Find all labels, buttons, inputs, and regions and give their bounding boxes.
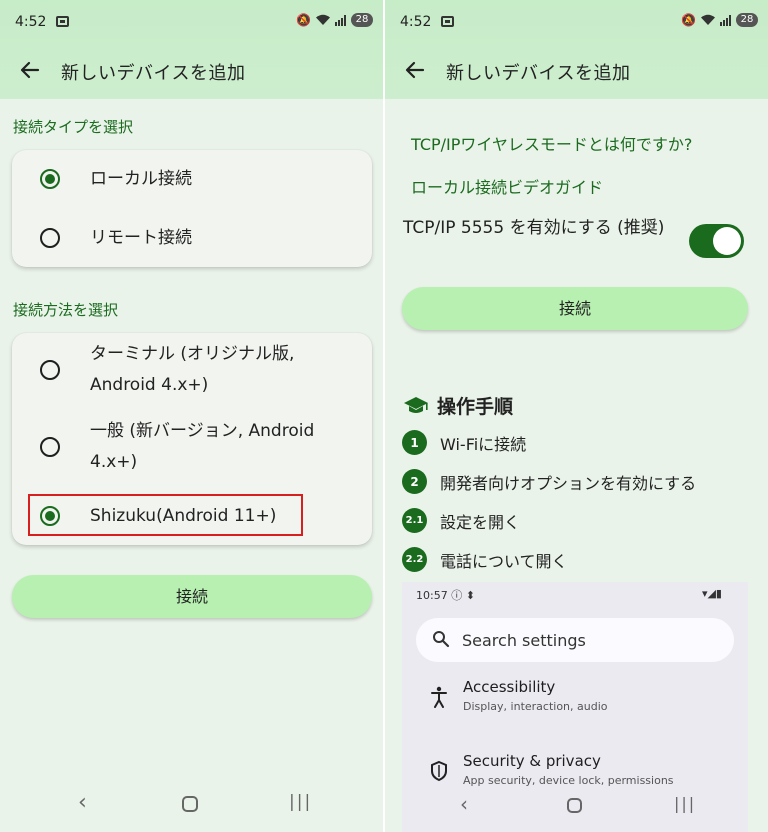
embedded-settings-item: Security & privacy App security, device … bbox=[402, 752, 748, 792]
mute-icon: 🔕 bbox=[681, 13, 696, 27]
embedded-search-placeholder: Search settings bbox=[462, 631, 586, 650]
step-text: 電話について開く bbox=[440, 551, 568, 571]
embedded-item-subtitle: Display, interaction, audio bbox=[463, 700, 608, 713]
radio-label: リモート接続 bbox=[90, 228, 192, 248]
wifi-icon bbox=[700, 14, 716, 26]
connection-type-card: ローカル接続 リモート接続 bbox=[12, 150, 372, 267]
embedded-item-subtitle: App security, device lock, permissions bbox=[463, 774, 674, 787]
page-title: 新しいデバイスを追加 bbox=[61, 63, 246, 84]
top-bar: 4:52 🔕 28 新しいデバイスを追加 bbox=[0, 0, 383, 99]
connection-type-label: 接続タイプを選択 bbox=[13, 118, 134, 136]
embedded-nav-home-icon bbox=[567, 798, 582, 813]
step-item: 2.2 電話について開く bbox=[402, 547, 568, 572]
signal-icon bbox=[720, 14, 732, 26]
status-time: 4:52 bbox=[15, 14, 47, 30]
radio-button[interactable] bbox=[40, 506, 60, 526]
nav-home-icon[interactable] bbox=[182, 796, 198, 812]
radio-option-general[interactable]: 一般 (新バージョン, Android 4.x+) bbox=[12, 407, 372, 487]
radio-label-line2: Android 4.x+) bbox=[90, 375, 209, 395]
signal-icon bbox=[335, 14, 347, 26]
radio-label: Shizuku(Android 11+) bbox=[90, 506, 277, 526]
embedded-item-title: Accessibility bbox=[463, 678, 556, 696]
right-screen: 4:52 🔕 28 新しいデバイスを追加 TCP/IPワイヤレスモードとは何です… bbox=[385, 0, 768, 832]
status-bar: 4:52 🔕 28 bbox=[0, 0, 383, 44]
connection-method-label: 接続方法を選択 bbox=[13, 301, 119, 319]
top-bar: 4:52 🔕 28 新しいデバイスを追加 bbox=[385, 0, 768, 99]
step-item: 1 Wi-Fiに接続 bbox=[402, 430, 526, 455]
radio-option-remote[interactable]: リモート接続 bbox=[12, 208, 372, 267]
graduation-cap-icon bbox=[403, 395, 429, 417]
step-item: 2.1 設定を開く bbox=[402, 508, 520, 533]
step-item: 2 開発者向けオプションを有効にする bbox=[402, 469, 696, 494]
nav-recent-icon[interactable]: ||| bbox=[289, 792, 312, 812]
step-badge: 2 bbox=[402, 469, 427, 494]
status-time: 4:52 bbox=[400, 14, 432, 30]
embedded-status-time: 10:57 ⓘ ⬍ bbox=[416, 589, 475, 602]
back-arrow-icon[interactable] bbox=[18, 58, 42, 82]
app-bar: 新しいデバイスを追加 bbox=[0, 44, 383, 99]
battery-badge: 28 bbox=[736, 13, 758, 27]
battery-badge: 28 bbox=[351, 13, 373, 27]
video-guide-link[interactable]: ローカル接続ビデオガイド bbox=[411, 174, 603, 198]
step-text: Wi-Fiに接続 bbox=[440, 434, 527, 454]
embedded-nav-back-icon: ‹ bbox=[460, 792, 468, 816]
steps-heading: 操作手順 bbox=[403, 392, 513, 419]
nav-back-icon[interactable]: ‹ bbox=[78, 790, 87, 815]
radio-button[interactable] bbox=[40, 228, 60, 248]
status-bar: 4:52 🔕 28 bbox=[385, 0, 768, 44]
search-icon bbox=[432, 630, 450, 648]
embedded-item-title: Security & privacy bbox=[463, 752, 601, 770]
embedded-settings-item: Accessibility Display, interaction, audi… bbox=[402, 678, 748, 718]
accessibility-icon bbox=[430, 686, 448, 708]
step-text: 開発者向けオプションを有効にする bbox=[440, 473, 697, 493]
back-arrow-icon[interactable] bbox=[403, 58, 427, 82]
tcpip-toggle[interactable] bbox=[689, 224, 744, 258]
step-badge: 2.2 bbox=[402, 547, 427, 572]
step-badge: 1 bbox=[402, 430, 427, 455]
tcpip-info-link[interactable]: TCP/IPワイヤレスモードとは何ですか? bbox=[411, 131, 692, 155]
step-badge: 2.1 bbox=[402, 508, 427, 533]
radio-button[interactable] bbox=[40, 437, 60, 457]
connect-button[interactable]: 接続 bbox=[402, 287, 748, 330]
radio-label-line1: 一般 (新バージョン, Android bbox=[90, 421, 315, 441]
status-icons: 🔕 28 bbox=[681, 13, 758, 27]
radio-label: ローカル接続 bbox=[90, 169, 192, 189]
steps-title: 操作手順 bbox=[437, 396, 514, 418]
left-screen: 4:52 🔕 28 新しいデバイスを追加 接続タイプを選択 ローカル接続 リモー… bbox=[0, 0, 383, 832]
radio-label-line2: 4.x+) bbox=[90, 452, 138, 472]
navigation-bar: ‹ ||| bbox=[0, 772, 383, 832]
radio-option-terminal[interactable]: ターミナル (オリジナル版, Android 4.x+) bbox=[12, 333, 372, 407]
step-text: 設定を開く bbox=[440, 512, 521, 532]
radio-button[interactable] bbox=[40, 360, 60, 380]
radio-label: 一般 (新バージョン, Android 4.x+) bbox=[90, 416, 314, 478]
wifi-icon bbox=[315, 14, 331, 26]
tcpip-toggle-label: TCP/IP 5555 を有効にする (推奨) bbox=[403, 218, 665, 238]
radio-label-line1: ターミナル (オリジナル版, bbox=[90, 344, 295, 364]
connection-method-card: ターミナル (オリジナル版, Android 4.x+) 一般 (新バージョン,… bbox=[12, 333, 372, 545]
radio-button[interactable] bbox=[40, 169, 60, 189]
page-title: 新しいデバイスを追加 bbox=[446, 63, 631, 84]
embedded-time: 10:57 bbox=[416, 589, 448, 602]
mute-icon: 🔕 bbox=[296, 13, 311, 27]
embedded-nav-recent-icon: ||| bbox=[674, 794, 697, 813]
app-bar: 新しいデバイスを追加 bbox=[385, 44, 768, 99]
embedded-search-bar: Search settings bbox=[416, 618, 734, 662]
connect-button[interactable]: 接続 bbox=[12, 575, 372, 618]
radio-option-shizuku[interactable]: Shizuku(Android 11+) bbox=[12, 487, 372, 545]
shield-icon bbox=[430, 760, 448, 782]
screenshot-icon bbox=[56, 16, 69, 27]
embedded-settings-screenshot: 10:57 ⓘ ⬍ ▾◢▮ Search settings Accessibil… bbox=[402, 582, 748, 832]
toggle-knob bbox=[713, 227, 741, 255]
radio-label: ターミナル (オリジナル版, Android 4.x+) bbox=[90, 339, 294, 401]
screenshot-icon bbox=[441, 16, 454, 27]
status-icons: 🔕 28 bbox=[296, 13, 373, 27]
embedded-status-icons: ▾◢▮ bbox=[701, 587, 722, 600]
radio-option-local[interactable]: ローカル接続 bbox=[12, 150, 372, 208]
